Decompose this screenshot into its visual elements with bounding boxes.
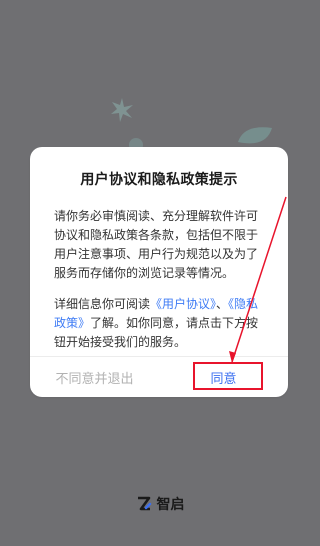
- dialog-body: 请你务必审慎阅读、充分理解软件许可协议和隐私政策各条款，包括但不限于用户注意事项…: [54, 207, 266, 352]
- para2-separator: 、: [216, 297, 229, 311]
- brand-name: 智启: [156, 497, 185, 513]
- consent-paragraph-1: 请你务必审慎阅读、充分理解软件许可协议和隐私政策各条款，包括但不限于用户注意事项…: [54, 209, 259, 280]
- privacy-consent-dialog: 用户协议和隐私政策提示 请你务必审慎阅读、充分理解软件许可协议和隐私政策各条款，…: [30, 147, 288, 397]
- decline-and-exit-button[interactable]: 不同意并退出: [30, 357, 159, 397]
- user-agreement-link[interactable]: 《用户协议》: [150, 297, 216, 311]
- brand-footer: 智启: [0, 494, 320, 514]
- annotation-highlight-box: [193, 362, 263, 390]
- decor-leaf-icon: [238, 127, 272, 144]
- dialog-title: 用户协议和隐私政策提示: [80, 172, 238, 188]
- consent-paragraph-2: 详细信息你可阅读《用户协议》、《隐私政策》了解。如你同意，请点击下方按钮开始接受…: [54, 295, 266, 352]
- decor-star-icon: [111, 98, 133, 122]
- para2-prefix: 详细信息你可阅读: [54, 297, 151, 311]
- zhiqi-logo-icon: [137, 496, 151, 511]
